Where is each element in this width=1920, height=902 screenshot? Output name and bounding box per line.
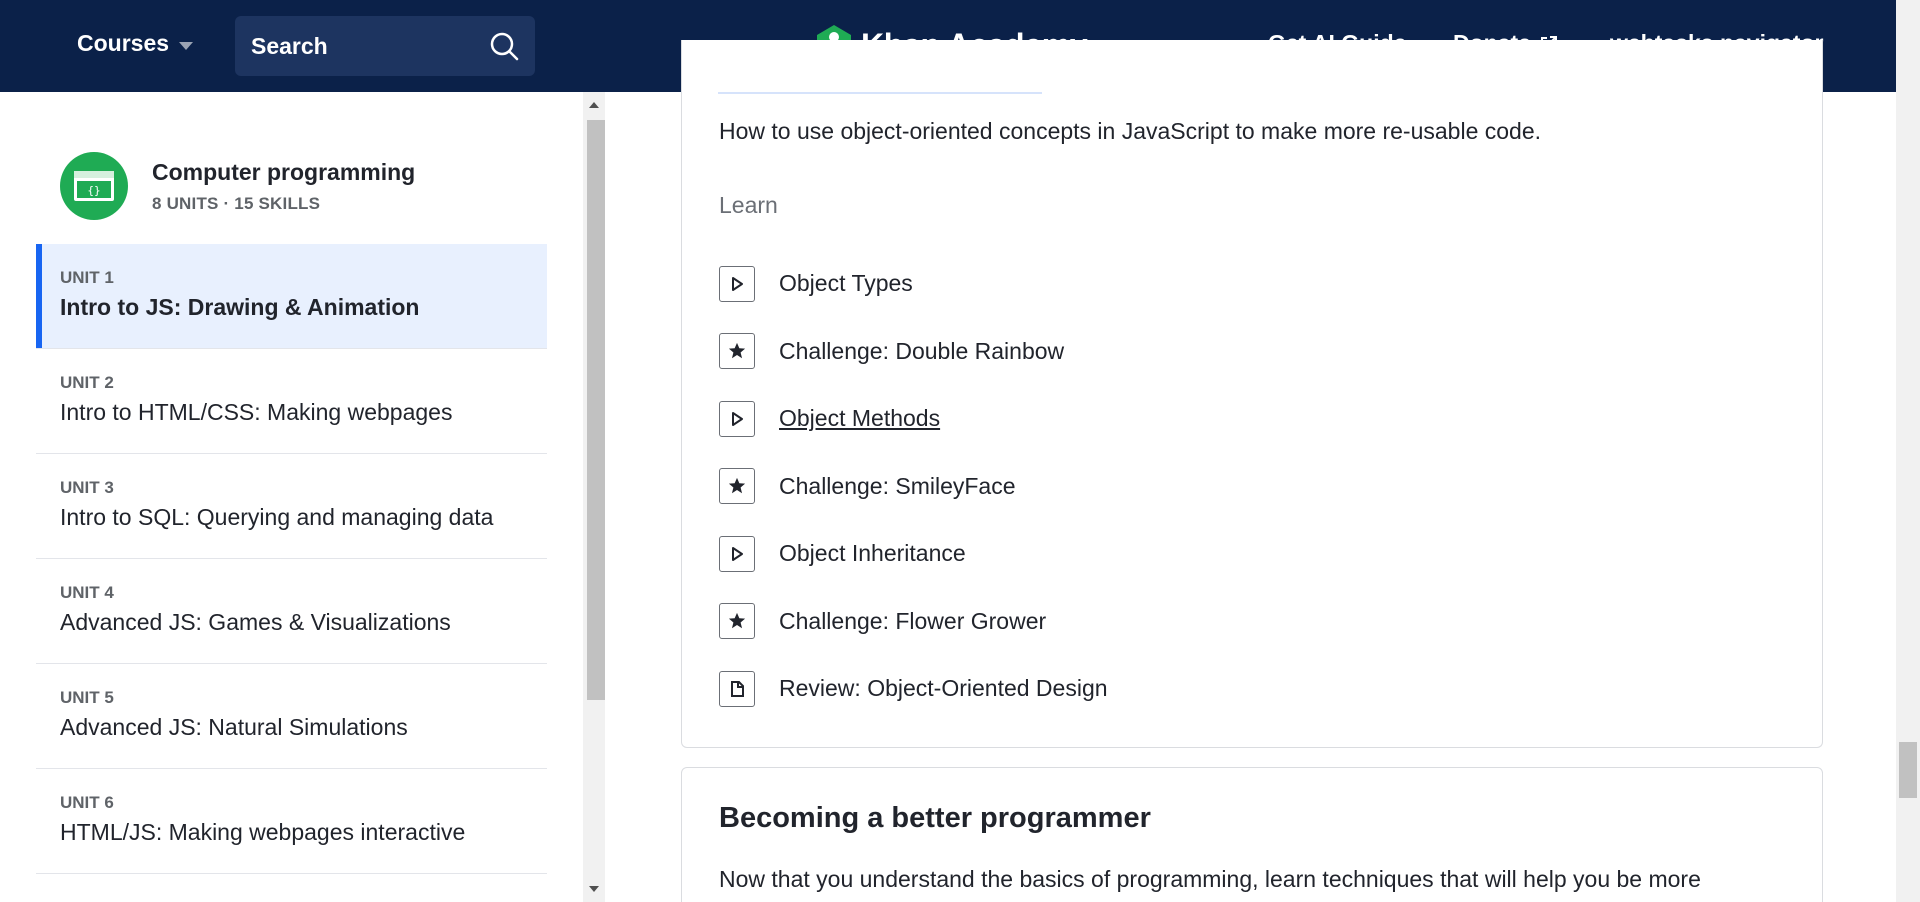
lesson-item[interactable]: Review: Object-Oriented Design	[719, 655, 1108, 723]
lesson-section-card: How to use object-oriented concepts in J…	[681, 40, 1823, 748]
courses-label: Courses	[77, 30, 170, 56]
unit-item-6[interactable]: UNIT 6 HTML/JS: Making webpages interact…	[36, 769, 547, 874]
courses-menu-button[interactable]: Courses	[77, 30, 194, 57]
unit-item-4[interactable]: UNIT 4 Advanced JS: Games & Visualizatio…	[36, 559, 547, 664]
lesson-label: Object Types	[779, 270, 913, 297]
unit-item-2[interactable]: UNIT 2 Intro to HTML/CSS: Making webpage…	[36, 349, 547, 454]
scroll-down-arrow-icon[interactable]	[589, 886, 599, 892]
section-title-underline	[718, 92, 1042, 94]
unit-title: HTML/JS: Making webpages interactive	[60, 819, 466, 845]
unit-title: Intro to SQL: Querying and managing data	[60, 504, 494, 530]
lesson-label: Challenge: SmileyFace	[779, 472, 1016, 499]
next-section-card: Becoming a better programmer Now that yo…	[681, 767, 1823, 902]
svg-text:{}: {}	[87, 184, 100, 197]
learn-heading: Learn	[719, 192, 778, 218]
course-title: Computer programming	[152, 158, 416, 185]
code-window-icon: {}	[60, 152, 128, 220]
search-icon[interactable]	[489, 31, 519, 61]
star-icon	[719, 333, 755, 370]
sidebar-scrollbar[interactable]	[583, 92, 605, 902]
play-icon	[719, 265, 755, 302]
section-title[interactable]: Becoming a better programmer	[719, 802, 1151, 835]
section-description: How to use object-oriented concepts in J…	[719, 118, 1542, 144]
lesson-item[interactable]: Challenge: Double Rainbow	[719, 318, 1108, 386]
lesson-label: Challenge: Double Rainbow	[779, 337, 1065, 364]
unit-number: UNIT 1	[60, 268, 114, 287]
unit-title: Advanced JS: Natural Simulations	[60, 714, 408, 740]
lesson-item[interactable]: Challenge: Flower Grower	[719, 588, 1108, 656]
section-description: Now that you understand the basics of pr…	[719, 866, 1701, 892]
unit-number: UNIT 3	[60, 478, 114, 497]
lesson-item[interactable]: Object Inheritance	[719, 520, 1108, 588]
play-icon	[719, 400, 755, 437]
chevron-down-icon	[179, 41, 194, 50]
lesson-list: Object Types Challenge: Double Rainbow O…	[719, 250, 1108, 723]
course-sidebar: {} Computer programming 8 UNITS · 15 SKI…	[0, 92, 605, 902]
course-header[interactable]: {} Computer programming 8 UNITS · 15 SKI…	[60, 152, 415, 220]
unit-item-3[interactable]: UNIT 3 Intro to SQL: Querying and managi…	[36, 454, 547, 559]
document-icon	[719, 670, 755, 707]
star-icon	[719, 468, 755, 505]
play-icon	[719, 535, 755, 572]
unit-item-5[interactable]: UNIT 5 Advanced JS: Natural Simulations	[36, 664, 547, 769]
unit-item-1[interactable]: UNIT 1 Intro to JS: Drawing & Animation	[36, 244, 547, 349]
unit-title: Advanced JS: Games & Visualizations	[60, 609, 451, 635]
course-meta: 8 UNITS · 15 SKILLS	[152, 193, 321, 213]
scroll-up-arrow-icon[interactable]	[589, 102, 599, 108]
unit-title: Intro to JS: Drawing & Animation	[60, 294, 420, 320]
search-input[interactable]: Search	[235, 16, 535, 76]
lesson-label: Challenge: Flower Grower	[779, 607, 1047, 634]
unit-number: UNIT 4	[60, 583, 114, 602]
unit-title: Intro to HTML/CSS: Making webpages	[60, 399, 453, 425]
star-icon	[719, 603, 755, 640]
lesson-label: Review: Object-Oriented Design	[779, 675, 1108, 702]
lesson-label: Object Inheritance	[779, 540, 966, 567]
page-scrollbar[interactable]	[1896, 0, 1920, 902]
page-scroll-thumb[interactable]	[1899, 742, 1917, 798]
search-label: Search	[251, 32, 328, 59]
unit-number: UNIT 5	[60, 688, 114, 707]
lesson-label-link[interactable]: Object Methods	[779, 405, 940, 432]
unit-list: UNIT 1 Intro to JS: Drawing & Animation …	[36, 244, 547, 874]
lesson-item[interactable]: Object Methods	[719, 385, 1108, 453]
sidebar-scroll-thumb[interactable]	[587, 120, 605, 700]
lesson-item[interactable]: Challenge: SmileyFace	[719, 453, 1108, 521]
unit-number: UNIT 2	[60, 373, 114, 392]
unit-number: UNIT 6	[60, 793, 114, 812]
lesson-item[interactable]: Object Types	[719, 250, 1108, 318]
